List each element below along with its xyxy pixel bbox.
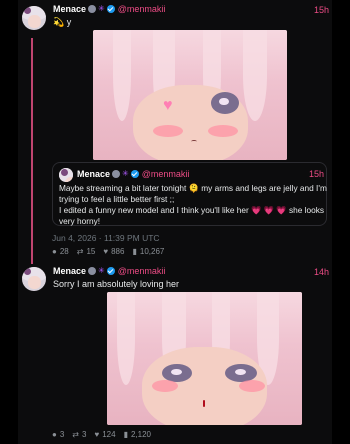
handle[interactable]: @menmakii bbox=[118, 4, 166, 14]
post-timestamp[interactable]: Jun 4, 2026 · 11:39 PM UTC bbox=[52, 233, 160, 243]
retweet-icon: ⇄ bbox=[72, 429, 79, 439]
like-button[interactable]: ♥ 886 bbox=[103, 247, 124, 256]
post-image[interactable] bbox=[107, 292, 302, 425]
like-icon: ♥ bbox=[94, 429, 100, 439]
sparkle-icon: ✳ bbox=[122, 169, 129, 178]
verified-icon bbox=[130, 170, 139, 178]
quote-time[interactable]: 15h bbox=[309, 169, 324, 179]
views-button[interactable]: ▮ 2,120 bbox=[124, 430, 151, 439]
reply-icon: ● bbox=[52, 429, 57, 439]
display-name[interactable]: Menace bbox=[53, 266, 86, 276]
sparkle-icon: ✳ bbox=[98, 4, 105, 13]
views-icon: ▮ bbox=[132, 246, 137, 256]
moon-icon bbox=[112, 170, 121, 178]
post-time[interactable]: 14h bbox=[314, 267, 329, 277]
verified-icon bbox=[106, 5, 115, 13]
quote-avatar[interactable] bbox=[59, 168, 73, 182]
retweet-icon: ⇄ bbox=[76, 246, 84, 256]
moon-icon bbox=[88, 5, 97, 13]
heart-eye-icon: ♥ bbox=[163, 97, 173, 114]
views-button[interactable]: ▮ 10,267 bbox=[132, 247, 164, 256]
avatar[interactable] bbox=[22, 6, 46, 30]
quote-text: Maybe streaming a bit later tonight 🫠 my… bbox=[59, 183, 327, 226]
reply-button[interactable]: ● 3 bbox=[52, 430, 64, 439]
thread-line bbox=[31, 38, 33, 264]
quoted-post[interactable]: Menace ✳ @menmakii 15h Maybe streaming a… bbox=[52, 162, 327, 226]
post-time[interactable]: 15h bbox=[314, 5, 329, 15]
avatar[interactable] bbox=[22, 267, 46, 291]
like-icon: ♥ bbox=[103, 246, 109, 256]
retweet-button[interactable]: ⇄ 15 bbox=[77, 247, 96, 256]
quote-display-name[interactable]: Menace bbox=[77, 169, 110, 179]
retweet-button[interactable]: ⇄ 3 bbox=[72, 430, 86, 439]
post-actions: ● 3 ⇄ 3 ♥ 124 ▮ 2,120 bbox=[52, 430, 159, 439]
handle[interactable]: @menmakii bbox=[118, 266, 166, 276]
reply-button[interactable]: ● 28 bbox=[52, 247, 69, 256]
moon-icon bbox=[88, 267, 97, 275]
post-text: 💫 y bbox=[53, 17, 72, 27]
views-icon: ▮ bbox=[123, 429, 128, 439]
post-header: Menace ✳ @menmakii bbox=[53, 4, 165, 14]
timeline: Menace ✳ @menmakii 15h 💫 y ♥ Menace ✳ @m… bbox=[0, 0, 350, 444]
post-image[interactable]: ♥ bbox=[93, 30, 287, 160]
post-text: Sorry I am absolutely loving her bbox=[53, 279, 180, 289]
verified-icon bbox=[106, 267, 115, 275]
post-actions: ● 28 ⇄ 15 ♥ 886 ▮ 10,267 bbox=[52, 247, 172, 256]
quote-handle[interactable]: @menmakii bbox=[142, 169, 190, 179]
post-header: Menace ✳ @menmakii bbox=[53, 266, 165, 276]
sparkle-icon: ✳ bbox=[98, 266, 105, 275]
quote-header: Menace ✳ @menmakii bbox=[77, 169, 189, 179]
display-name[interactable]: Menace bbox=[53, 4, 86, 14]
reply-icon: ● bbox=[52, 246, 57, 256]
like-button[interactable]: ♥ 124 bbox=[94, 430, 115, 439]
dizzy-emoji: 💫 bbox=[53, 17, 65, 27]
